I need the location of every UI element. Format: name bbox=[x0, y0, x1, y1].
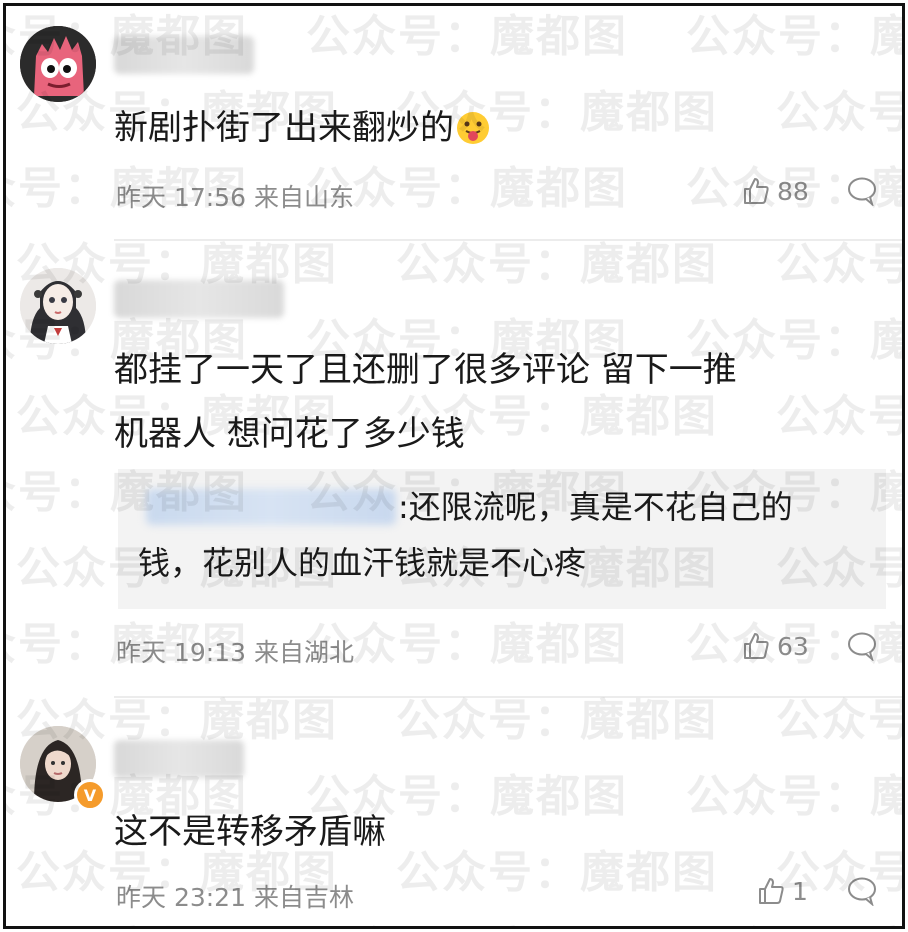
verified-badge: V bbox=[74, 779, 106, 811]
reply-button[interactable] bbox=[846, 176, 878, 210]
comment-meta: 昨天 23:21 来自吉林 bbox=[116, 878, 354, 914]
divider bbox=[114, 696, 902, 698]
like-button[interactable]: 1 bbox=[756, 876, 808, 906]
watermark-text: 公众号：魔都图 bbox=[6, 912, 248, 926]
watermark-text: 公众号：魔都图 bbox=[396, 695, 718, 746]
comment-time: 昨天 17:56 bbox=[116, 183, 246, 212]
watermark-text: 公众号：魔都图 bbox=[396, 847, 718, 898]
like-count: 1 bbox=[792, 876, 808, 906]
avatar-girl-icon bbox=[20, 268, 96, 344]
quoted-text: :还限流呢，真是不花自己的 钱，花别人的血汗钱就是不心疼 bbox=[138, 488, 793, 582]
username-blurred[interactable] bbox=[114, 280, 284, 318]
username-blurred[interactable] bbox=[114, 740, 244, 778]
avatar-monster-icon bbox=[20, 26, 96, 102]
avatar[interactable] bbox=[20, 26, 96, 102]
like-count: 88 bbox=[777, 176, 809, 206]
watermark-text: 公众号：魔都图 bbox=[686, 11, 902, 62]
reply-button[interactable] bbox=[846, 876, 878, 910]
comment-meta: 昨天 19:13 来自湖北 bbox=[116, 633, 354, 669]
watermark-text: 公众号：魔都图 bbox=[776, 87, 905, 138]
comment-bubble-icon bbox=[848, 877, 876, 907]
comment-text: 新剧扑街了出来翻炒的 bbox=[114, 96, 490, 166]
comment-location: 来自湖北 bbox=[253, 638, 354, 667]
comment-meta: 昨天 17:56 来自山东 bbox=[116, 178, 354, 214]
like-count: 63 bbox=[777, 631, 809, 661]
comment-text: 都挂了一天了且还删了很多评论 留下一推 机器人 想问花了多少钱 bbox=[114, 350, 737, 454]
username-blurred[interactable] bbox=[114, 36, 254, 74]
tongue-out-emoji-icon bbox=[456, 102, 490, 166]
watermark-text: 公众号：魔都图 bbox=[306, 912, 628, 926]
watermark-text: 公众号：魔都图 bbox=[776, 239, 905, 290]
comment-location: 来自山东 bbox=[253, 183, 354, 212]
watermark-text: 公众号：魔都图 bbox=[306, 11, 628, 62]
thumbs-up-icon bbox=[744, 633, 769, 659]
quoted-reply[interactable]: :还限流呢，真是不花自己的 钱，花别人的血汗钱就是不心疼 bbox=[118, 469, 886, 609]
divider bbox=[114, 239, 902, 241]
comment-location: 来自吉林 bbox=[253, 883, 354, 912]
reply-button[interactable] bbox=[846, 631, 878, 665]
avatar[interactable] bbox=[20, 268, 96, 344]
thumbs-up-icon bbox=[759, 878, 784, 904]
watermark-text: 公众号：魔都图 bbox=[686, 771, 902, 822]
watermark-text: 公众号：魔都图 bbox=[686, 912, 902, 926]
comment-time: 昨天 19:13 bbox=[116, 638, 246, 667]
like-button[interactable]: 63 bbox=[741, 631, 809, 661]
watermark-text: 公众号：魔都图 bbox=[306, 619, 628, 670]
watermark-text: 公众号：魔都图 bbox=[776, 391, 905, 442]
comment-bubble-icon bbox=[848, 632, 876, 662]
comment-feed: 新剧扑街了出来翻炒的 昨天 17:56 来自山东 88 都挂了一天了且还删了很多… bbox=[3, 3, 905, 929]
watermark-text: 公众号：魔都图 bbox=[396, 239, 718, 290]
comment-bubble-icon bbox=[848, 177, 876, 207]
comment-text: 这不是转移矛盾嘛 bbox=[114, 812, 386, 852]
thumbs-up-icon bbox=[744, 178, 769, 204]
like-button[interactable]: 88 bbox=[741, 176, 809, 206]
watermark-text: 公众号：魔都图 bbox=[776, 695, 905, 746]
comment-time: 昨天 23:21 bbox=[116, 883, 246, 912]
